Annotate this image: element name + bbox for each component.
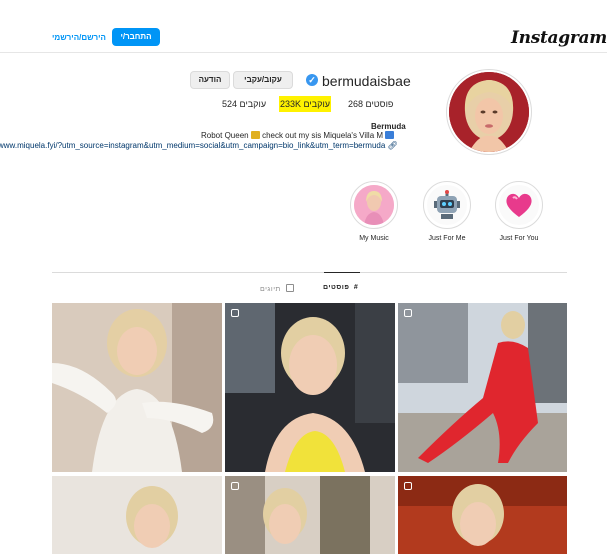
message-button[interactable]: הודעה (190, 71, 230, 89)
post-tile[interactable] (52, 476, 222, 554)
tag-icon (286, 284, 295, 292)
heart-icon (499, 185, 539, 225)
post-tile[interactable] (52, 303, 222, 472)
post-image (225, 303, 395, 472)
highlight-just-for-you[interactable]: Just For You (494, 181, 544, 242)
multiple-images-icon (231, 309, 239, 317)
followers-count[interactable]: 233K עוקבים (279, 96, 331, 112)
tabs-divider (52, 272, 567, 273)
header-divider (0, 52, 607, 53)
following-count[interactable]: 524 עוקבים (222, 99, 266, 109)
bio-link[interactable]: www.miquela.fyi/?utm_source=instagram&ut… (0, 141, 398, 150)
post-tile[interactable] (225, 303, 395, 472)
tab-posts[interactable]: פוסטים # (323, 284, 358, 291)
highlight-just-for-me[interactable]: Just For Me (422, 181, 472, 242)
multiple-images-icon (404, 309, 412, 317)
posts-count: 268 פוסטים (348, 99, 394, 109)
highlight-label: Just For You (499, 235, 539, 242)
bio-link-text[interactable]: www.miquela.fyi/?utm_source=instagram&ut… (0, 141, 385, 150)
avatar[interactable] (449, 72, 529, 152)
person-icon (354, 185, 394, 225)
post-image (398, 303, 567, 472)
crown-icon (250, 131, 260, 139)
bio-text-before: Robot Queen (201, 131, 249, 140)
highlight-ring (423, 181, 471, 229)
post-tile[interactable] (225, 476, 395, 554)
info-icon (385, 131, 395, 139)
follow-button[interactable]: עקוב/עקבי (233, 71, 293, 89)
robot-icon (427, 185, 467, 225)
active-tab-indicator (324, 272, 360, 273)
signup-link[interactable]: הירשם/הירשמי (52, 33, 106, 42)
highlight-ring (495, 181, 543, 229)
verified-badge-icon: ✓ (306, 74, 318, 86)
link-icon: 🔗︎ (387, 141, 398, 150)
tagged-tab-label: תיוגים (260, 286, 281, 293)
multiple-images-icon (231, 482, 239, 490)
highlight-my-music[interactable]: My Music (349, 181, 399, 242)
post-tile[interactable] (398, 303, 567, 472)
post-image (225, 476, 395, 554)
instagram-logo[interactable]: Instagram (511, 28, 607, 48)
post-tile[interactable] (398, 476, 567, 554)
bio-text: Robot Queen check out my sis Miquela's V… (201, 131, 395, 140)
post-image (52, 303, 222, 472)
grid-icon: # (353, 284, 359, 291)
post-image (52, 476, 222, 554)
tab-tagged[interactable]: תיוגים (260, 284, 295, 293)
bio-text-after: check out my sis Miquela's Villa M (262, 131, 384, 140)
highlight-ring (350, 181, 398, 229)
posts-tab-label: פוסטים (323, 284, 350, 291)
bio-name: Bermuda (371, 122, 406, 131)
login-button[interactable]: התחבר/י (112, 28, 160, 46)
post-image (398, 476, 567, 554)
multiple-images-icon (404, 482, 412, 490)
profile-username: bermudaisbae (322, 73, 411, 89)
highlight-label: My Music (359, 235, 389, 242)
highlight-label: Just For Me (428, 235, 466, 242)
